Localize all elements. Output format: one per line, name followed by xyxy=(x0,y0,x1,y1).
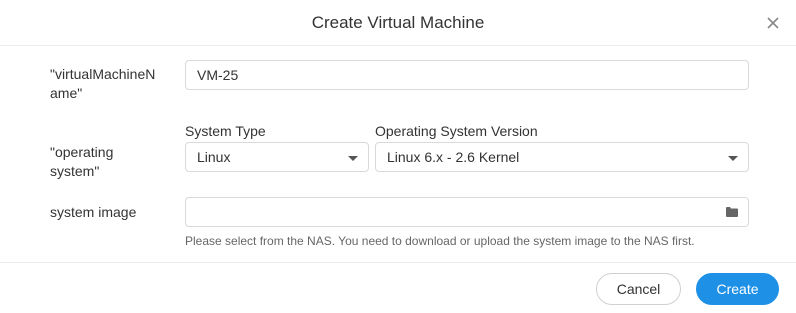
close-icon xyxy=(767,17,779,29)
os-version-select[interactable]: Linux 6.x - 2.6 Kernel xyxy=(375,142,749,172)
system-image-label: system image xyxy=(50,204,137,220)
vm-name-value: VM-25 xyxy=(197,67,239,83)
os-label-line2: system" xyxy=(50,163,100,179)
os-label: "operating system" xyxy=(50,143,113,181)
create-button[interactable]: Create xyxy=(696,273,779,305)
vm-name-label-line1: "virtualMachineN xyxy=(50,66,156,82)
vm-name-input[interactable]: VM-25 xyxy=(185,60,749,90)
cancel-button[interactable]: Cancel xyxy=(596,273,681,305)
vm-name-label: "virtualMachineN ame" xyxy=(50,65,155,103)
folder-icon[interactable] xyxy=(726,207,738,217)
footer-divider xyxy=(0,262,796,263)
system-image-input[interactable] xyxy=(185,197,749,227)
system-type-label: System Type xyxy=(185,123,266,139)
os-version-value: Linux 6.x - 2.6 Kernel xyxy=(387,149,520,165)
os-version-label: Operating System Version xyxy=(375,123,538,139)
os-label-line1: "operating xyxy=(50,144,114,160)
system-type-value: Linux xyxy=(197,149,231,165)
close-button[interactable] xyxy=(765,15,781,31)
caret-down-icon xyxy=(728,156,738,161)
dialog-header: Create Virtual Machine xyxy=(0,0,796,46)
dialog-title: Create Virtual Machine xyxy=(311,13,485,32)
caret-down-icon xyxy=(348,156,358,161)
system-type-select[interactable]: Linux xyxy=(185,142,369,172)
system-image-hint: Please select from the NAS. You need to … xyxy=(185,234,695,248)
create-vm-dialog: Create Virtual Machine "virtualMachineN … xyxy=(0,0,796,313)
vm-name-label-line2: ame" xyxy=(50,85,83,101)
